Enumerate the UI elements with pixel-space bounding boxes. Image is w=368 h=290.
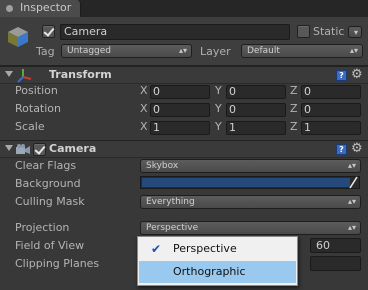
axis-z-label: Z bbox=[290, 120, 298, 133]
tab-inspector[interactable]: Inspector bbox=[0, 0, 81, 17]
gear-icon[interactable]: ⚙ bbox=[351, 68, 363, 82]
tag-dropdown[interactable]: Untagged ▴▾ bbox=[61, 44, 192, 58]
checkmark-icon: ✔ bbox=[151, 242, 162, 256]
projection-value: Perspective bbox=[146, 223, 199, 233]
rotation-y-field[interactable]: 0 bbox=[226, 103, 286, 117]
projection-menu: ✔ Perspective Orthographic bbox=[137, 236, 298, 286]
fov-field[interactable]: 60 bbox=[310, 238, 361, 253]
tab-label: Inspector bbox=[20, 1, 72, 14]
layer-dropdown[interactable]: Default ▴▾ bbox=[241, 44, 363, 58]
axis-x-label: X bbox=[140, 102, 148, 115]
menu-item-label: Orthographic bbox=[173, 265, 246, 278]
layer-value: Default bbox=[247, 46, 280, 56]
projection-label: Projection bbox=[15, 221, 70, 234]
clear-flags-dropdown[interactable]: Skybox ▴▾ bbox=[140, 159, 361, 173]
clipping-near-field[interactable] bbox=[310, 256, 361, 271]
rotation-x-field[interactable]: 0 bbox=[150, 103, 210, 117]
camera-icon bbox=[16, 144, 30, 154]
position-z-field[interactable]: 0 bbox=[301, 85, 361, 99]
object-name-field[interactable]: Camera bbox=[60, 24, 290, 40]
help-icon[interactable]: ? bbox=[336, 144, 347, 155]
gear-icon[interactable]: ⚙ bbox=[351, 142, 363, 156]
culling-mask-dropdown[interactable]: Everything ▴▾ bbox=[140, 195, 361, 209]
gameobject-cube-icon bbox=[8, 27, 28, 47]
static-label: Static bbox=[313, 25, 345, 38]
static-checkbox[interactable] bbox=[297, 25, 310, 38]
layer-label: Layer bbox=[200, 45, 231, 58]
background-color-field[interactable] bbox=[140, 176, 360, 189]
clear-flags-label: Clear Flags bbox=[15, 159, 77, 172]
camera-header[interactable]: Camera ? ⚙ bbox=[0, 140, 368, 158]
transform-header[interactable]: Transform ? ⚙ bbox=[0, 66, 368, 84]
transform-axes-icon bbox=[17, 69, 32, 83]
axis-x-label: X bbox=[140, 84, 148, 97]
axis-z-label: Z bbox=[290, 102, 298, 115]
tab-bar: Inspector bbox=[0, 0, 368, 17]
transform-title: Transform bbox=[49, 68, 112, 81]
help-icon[interactable]: ? bbox=[336, 70, 347, 81]
menu-item-orthographic[interactable]: Orthographic bbox=[139, 261, 296, 283]
position-label: Position bbox=[15, 84, 58, 97]
culling-mask-value: Everything bbox=[146, 197, 195, 207]
tag-value: Untagged bbox=[67, 46, 112, 56]
foldout-arrow-icon[interactable] bbox=[5, 145, 13, 151]
menu-item-label: Perspective bbox=[173, 242, 237, 255]
position-y-field[interactable]: 0 bbox=[226, 85, 286, 99]
scale-z-field[interactable]: 1 bbox=[301, 121, 361, 135]
background-color-swatch bbox=[142, 178, 350, 187]
eyedropper-icon[interactable] bbox=[349, 176, 358, 189]
axis-y-label: Y bbox=[215, 120, 222, 133]
active-checkbox[interactable] bbox=[42, 25, 55, 38]
gameobject-header: Camera Static ▾ Tag Untagged ▴▾ Layer Def… bbox=[0, 17, 368, 66]
axis-y-label: Y bbox=[215, 84, 222, 97]
camera-enabled-checkbox[interactable] bbox=[33, 143, 46, 156]
rotation-z-field[interactable]: 0 bbox=[301, 103, 361, 117]
static-dropdown[interactable]: ▾ bbox=[348, 26, 362, 38]
camera-title: Camera bbox=[49, 142, 97, 155]
clipping-planes-label: Clipping Planes bbox=[15, 257, 100, 270]
position-x-field[interactable]: 0 bbox=[150, 85, 210, 99]
inspector-icon bbox=[6, 5, 13, 12]
axis-y-label: Y bbox=[215, 102, 222, 115]
background-label: Background bbox=[15, 177, 81, 190]
clear-flags-value: Skybox bbox=[146, 161, 179, 171]
projection-dropdown[interactable]: Perspective ▴▾ bbox=[140, 221, 361, 235]
foldout-arrow-icon[interactable] bbox=[5, 71, 13, 77]
axis-x-label: X bbox=[140, 120, 148, 133]
fov-label: Field of View bbox=[15, 239, 85, 252]
scale-x-field[interactable]: 1 bbox=[150, 121, 210, 135]
culling-mask-label: Culling Mask bbox=[15, 195, 85, 208]
scale-y-field[interactable]: 1 bbox=[226, 121, 286, 135]
rotation-label: Rotation bbox=[15, 102, 62, 115]
axis-z-label: Z bbox=[290, 84, 298, 97]
menu-item-perspective[interactable]: ✔ Perspective bbox=[139, 238, 296, 260]
tag-label: Tag bbox=[36, 45, 55, 58]
scale-label: Scale bbox=[15, 120, 45, 133]
